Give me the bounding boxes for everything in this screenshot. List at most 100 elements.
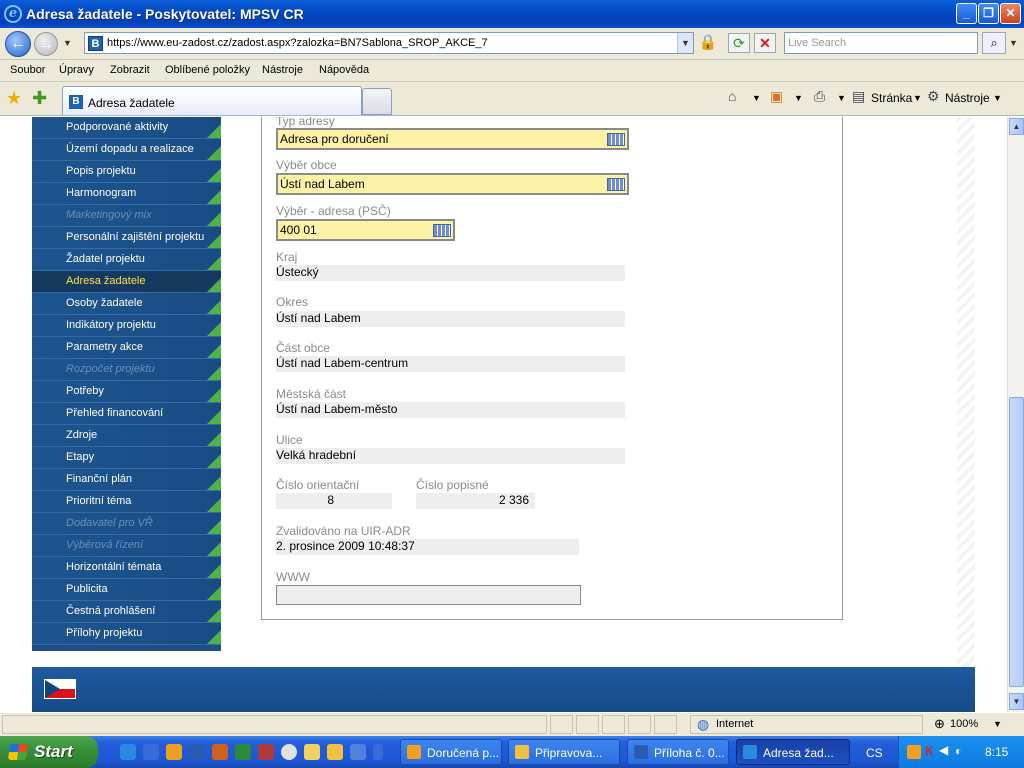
sidebar-item-financni-plan[interactable]: Finanční plán [32,469,221,491]
print-icon[interactable]: ⎙ [814,88,825,105]
history-dropdown-icon[interactable]: ▼ [63,38,72,48]
sidebar-item-prilohy-projektu[interactable]: Přílohy projektu [32,623,221,645]
vyber-obce-select[interactable]: Ústí nad Labem [276,173,629,195]
tray-network-icon[interactable]: ◐ [955,744,962,758]
typ-adresy-select[interactable]: Adresa pro doručení [276,128,629,150]
taskbar-button-adresa[interactable]: Adresa žad... [736,739,850,765]
status-panel [628,715,651,734]
page-dropdown-icon[interactable]: ▼ [913,93,922,103]
tools-dropdown-icon[interactable]: ▼ [993,93,1002,103]
www-label: WWW [276,570,310,584]
tab-adresa-zadatele[interactable]: B Adresa žadatele [62,86,362,115]
vertical-scrollbar[interactable]: ▲ ▼ [1007,117,1024,712]
tools-menu[interactable]: Nástroje [945,91,990,105]
sidebar-item-indikatory[interactable]: Indikátory projektu [32,315,221,337]
explorer-quicklaunch-icon[interactable] [350,744,366,760]
start-button[interactable]: Start [0,736,98,768]
search-button[interactable]: ⌕ [982,32,1006,54]
back-button[interactable]: ← [5,31,31,57]
sidebar-item-potreby[interactable]: Potřeby [32,381,221,403]
zone-label: Internet [716,718,754,730]
tray-antivirus-icon[interactable]: K [925,744,934,758]
favorites-star-icon[interactable]: ★ [6,88,22,109]
minimize-button[interactable]: _ [956,3,977,24]
sidebar-item-osoby-zadatele[interactable]: Osoby žadatele [32,293,221,315]
sidebar-item-harmonogram[interactable]: Harmonogram [32,183,221,205]
sidebar-item-prehled-financovani[interactable]: Přehled financování [32,403,221,425]
close-button[interactable]: ✕ [1000,3,1021,24]
vyber-adresa-select[interactable]: 400 01 [276,219,455,241]
scroll-down-arrow-icon[interactable]: ▼ [1009,693,1024,710]
picker-icon[interactable] [433,224,451,237]
clock[interactable]: 8:15 [985,745,1008,759]
app-quicklaunch-icon[interactable] [258,744,274,760]
media-quicklaunch-icon[interactable] [281,744,297,760]
address-bar[interactable]: B https://www.eu-zadost.cz/zadost.aspx?z… [84,32,694,54]
gear-icon[interactable]: ⚙ [927,88,940,105]
lock-icon[interactable]: 🔒 [698,33,718,53]
menu-upravy[interactable]: Úpravy [59,64,94,76]
zoom-icon[interactable]: ⊕ [934,716,945,732]
sidebar-item-prioritni-tema[interactable]: Prioritní téma [32,491,221,513]
picker-icon[interactable] [607,178,625,191]
scroll-up-arrow-icon[interactable]: ▲ [1009,118,1024,135]
forward-button[interactable]: → [34,32,58,56]
url-text[interactable]: https://www.eu-zadost.cz/zadost.aspx?zal… [107,37,488,49]
menu-napoveda[interactable]: Nápověda [319,64,369,76]
print-dropdown-icon[interactable]: ▼ [837,93,846,103]
maximize-button[interactable]: ❐ [978,3,999,24]
sidebar-item-zadatel-projektu[interactable]: Žadatel projektu [32,249,221,271]
new-tab-button[interactable] [362,88,392,115]
tray-volume-icon[interactable]: ◀ [939,743,948,757]
zoom-level[interactable]: 100% [950,718,978,730]
sidebar-item-marketingovy-mix: Marketingový mix [32,205,221,227]
word-quicklaunch-icon[interactable] [189,744,205,760]
menu-soubor[interactable]: Soubor [10,64,45,76]
search-input[interactable]: Live Search [784,32,978,54]
home-dropdown-icon[interactable]: ▼ [752,93,761,103]
page-icon[interactable]: ▤ [852,88,865,105]
sidebar-item-adresa-zadatele[interactable]: Adresa žadatele [32,271,221,293]
quicklaunch-more-icon[interactable] [373,744,383,760]
powerpoint-quicklaunch-icon[interactable] [212,744,228,760]
zoom-dropdown-icon[interactable]: ▼ [993,719,1002,729]
ie-quicklaunch-icon[interactable] [120,744,136,760]
language-indicator[interactable]: CS [866,746,883,760]
address-dropdown-icon[interactable]: ▼ [677,33,693,53]
excel-quicklaunch-icon[interactable] [235,744,251,760]
taskbar-button-priloha[interactable]: Příloha č. 0... [627,739,729,765]
taskbar-button-dorucena[interactable]: Doručená p... [400,739,502,765]
sidebar-item-horizontalni-temata[interactable]: Horizontální témata [32,557,221,579]
browser-quicklaunch-icon[interactable] [143,744,159,760]
stop-button[interactable]: ✕ [754,33,776,53]
czech-flag-icon[interactable] [44,679,76,699]
page-menu[interactable]: Stránka [871,91,912,105]
refresh-button[interactable]: ⟳ [728,33,750,53]
www-field[interactable] [276,585,581,605]
menu-zobrazit[interactable]: Zobrazit [110,64,150,76]
menu-oblibene[interactable]: Oblíbené položky [165,64,250,76]
sidebar-item-parametry-akce[interactable]: Parametry akce [32,337,221,359]
tray-outlook-icon[interactable] [907,745,921,759]
home-icon[interactable]: ⌂ [728,88,736,104]
search-options-icon[interactable]: ▼ [1009,38,1018,48]
taskbar-button-pripravova[interactable]: Připravova... [508,739,620,765]
sidebar-item-uzemi-dopadu[interactable]: Území dopadu a realizace [32,139,221,161]
folder-quicklaunch-icon[interactable] [327,744,343,760]
menu-nastroje[interactable]: Nástroje [262,64,303,76]
sidebar-item-popis-projektu[interactable]: Popis projektu [32,161,221,183]
desktop-quicklaunch-icon[interactable] [304,744,320,760]
picker-icon[interactable] [607,133,625,146]
sidebar-item-publicita[interactable]: Publicita [32,579,221,601]
feeds-dropdown-icon[interactable]: ▼ [794,93,803,103]
feeds-icon[interactable]: ▣ [770,88,783,105]
sidebar-item-etapy[interactable]: Etapy [32,447,221,469]
sidebar-item-podporovane-aktivity[interactable]: Podporované aktivity [32,117,221,139]
vyber-adresa-value: 400 01 [280,223,317,237]
sidebar-item-personalni-zajisteni[interactable]: Personální zajištění projektu [32,227,221,249]
sidebar-item-zdroje[interactable]: Zdroje [32,425,221,447]
outlook-quicklaunch-icon[interactable] [166,744,182,760]
scroll-thumb[interactable] [1009,397,1024,687]
add-favorite-icon[interactable]: ✚ [32,88,47,109]
sidebar-item-cestna-prohlaseni[interactable]: Čestná prohlášení [32,601,221,623]
